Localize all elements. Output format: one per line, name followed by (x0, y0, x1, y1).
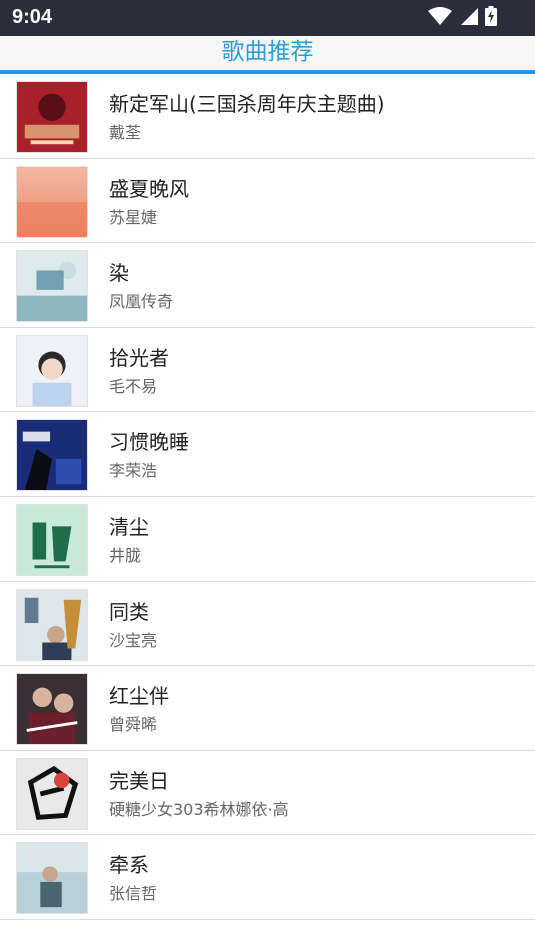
song-title: 拾光者 (109, 345, 169, 370)
song-artist: 毛不易 (109, 376, 158, 396)
song-item[interactable]: 染 凤凰传奇 (0, 243, 535, 328)
song-artist: 硬糖少女303希林娜依·高 (109, 799, 289, 819)
song-item[interactable]: 同类 沙宝亮 (0, 582, 535, 667)
song-title: 染 (109, 261, 129, 286)
song-list: 新定军山(三国杀周年庆主题曲) 戴荃 盛夏晚风 苏星婕 染 凤凰传奇 拾光者 毛… (0, 74, 535, 920)
status-icons (427, 6, 497, 30)
album-cover (16, 81, 88, 153)
signal-icon (459, 6, 479, 30)
status-time: 9:04 (12, 6, 53, 28)
song-title: 习惯晚睡 (109, 430, 189, 455)
album-cover (16, 165, 88, 238)
album-cover (16, 250, 88, 323)
song-title: 新定军山(三国杀周年庆主题曲) (109, 92, 385, 116)
wifi-icon (427, 6, 453, 30)
song-title: 盛夏晚风 (109, 176, 189, 201)
header: 歌曲推荐 (0, 36, 535, 71)
status-bar: 9:04 (0, 0, 535, 36)
song-item[interactable]: 盛夏晚风 苏星婕 (0, 159, 535, 244)
song-artist: 李荣浩 (109, 461, 158, 481)
song-artist: 苏星婕 (109, 207, 158, 227)
album-cover (16, 334, 88, 407)
song-title: 清尘 (109, 514, 149, 539)
album-cover (16, 503, 88, 576)
album-cover (16, 673, 88, 746)
song-artist: 张信哲 (109, 884, 158, 904)
song-item[interactable]: 习惯晚睡 李荣浩 (0, 412, 535, 497)
song-title: 牵系 (109, 853, 149, 878)
song-title: 同类 (109, 599, 149, 624)
song-item[interactable]: 新定军山(三国杀周年庆主题曲) 戴荃 (0, 74, 535, 159)
album-cover (16, 757, 88, 830)
song-artist: 凤凰传奇 (109, 292, 174, 312)
song-artist: 曾舜晞 (109, 715, 158, 735)
song-item[interactable]: 清尘 井胧 (0, 497, 535, 582)
song-artist: 沙宝亮 (109, 630, 158, 650)
battery-icon (485, 6, 497, 30)
song-title: 完美日 (109, 768, 169, 793)
song-artist: 戴荃 (109, 123, 142, 142)
song-item[interactable]: 红尘伴 曾舜晞 (0, 666, 535, 751)
page-title: 歌曲推荐 (221, 39, 314, 65)
album-cover (16, 419, 88, 492)
album-cover (16, 842, 88, 915)
song-item[interactable]: 拾光者 毛不易 (0, 328, 535, 413)
song-item[interactable]: 完美日 硬糖少女303希林娜依·高 (0, 751, 535, 836)
album-cover (16, 588, 88, 661)
song-artist: 井胧 (109, 545, 142, 565)
song-item[interactable]: 牵系 张信哲 (0, 835, 535, 920)
song-title: 红尘伴 (109, 684, 169, 709)
